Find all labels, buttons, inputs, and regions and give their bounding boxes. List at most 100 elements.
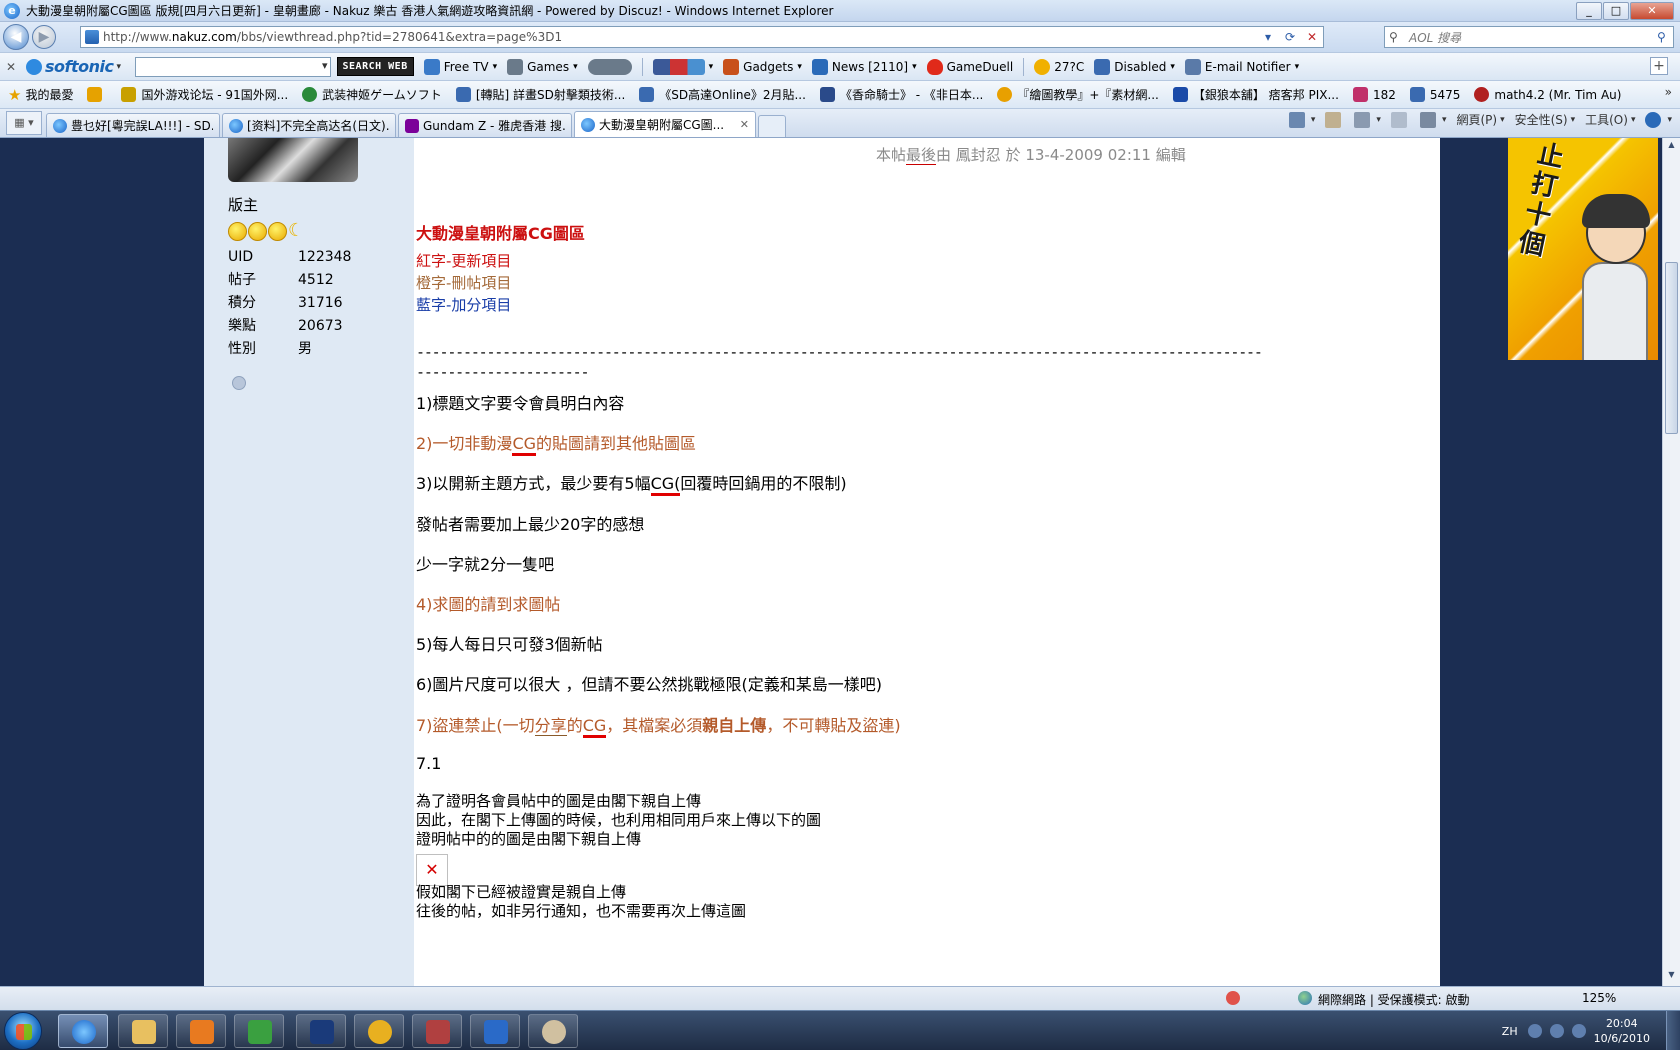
address-dropdown-icon[interactable]: ▾ xyxy=(1257,30,1279,44)
home-button[interactable]: ▾ xyxy=(1288,111,1315,128)
read-mail-button[interactable] xyxy=(1390,111,1410,128)
post-heading: 大動漫皇朝附屬CG圖區 xyxy=(416,224,585,243)
maximize-button[interactable]: □ xyxy=(1603,1,1629,20)
print-button[interactable]: ▾ xyxy=(1419,111,1446,128)
menu-safety[interactable]: 安全性(S) ▾ xyxy=(1515,111,1576,128)
scroll-up-icon[interactable]: ▲ xyxy=(1665,140,1678,154)
toolbar-item-gadgets[interactable]: Gadgets ▾ xyxy=(723,58,802,75)
rule-7: 7)盜連禁止(一切分享的CG，其檔案必須親自上傳，不可轉貼及盜連) xyxy=(416,712,901,738)
favorite-item[interactable]: 【銀狼本舖】 痞客邦 PIX... xyxy=(1172,86,1339,103)
popup-blocker-icon xyxy=(1094,58,1111,75)
help-button[interactable]: ▾ xyxy=(1645,111,1672,128)
quick-tabs-button[interactable]: ▦ ▾ xyxy=(6,111,42,135)
address-url[interactable]: http://www.nakuz.com/bbs/viewthread.php?… xyxy=(103,30,562,44)
taskbar-app-91[interactable] xyxy=(470,1014,520,1048)
search-icon[interactable]: ⚲ xyxy=(1657,30,1673,44)
forward-button[interactable]: ▶ xyxy=(32,25,56,49)
favorite-item[interactable]: 『繪圖教學』+『素材網... xyxy=(997,86,1159,103)
favorite-item[interactable]: math4.2 (Mr. Tim Au) xyxy=(1474,87,1621,102)
security-zone[interactable]: 網際網路 | 受保護模式: 啟動 xyxy=(1318,991,1470,1008)
paint-icon xyxy=(542,1020,566,1044)
rule-5: 5)每人每日只可發3個新帖 xyxy=(416,635,603,654)
tab-1[interactable]: 豊乜好[粵完誤LA!!!] - SD... xyxy=(46,113,220,137)
add-favorite-icon xyxy=(87,87,103,102)
search-provider-icon: ⚲ xyxy=(1389,30,1398,44)
zoom-level[interactable]: 125% xyxy=(1582,991,1616,1005)
social-icons[interactable]: ▾ xyxy=(652,58,713,75)
close-button[interactable]: ✕ xyxy=(1630,1,1674,20)
hand-button[interactable] xyxy=(1325,111,1344,128)
toolbar-item-news[interactable]: News [2110] ▾ xyxy=(811,58,917,75)
toolbar-add-button[interactable]: + xyxy=(1650,57,1668,75)
network-icon[interactable] xyxy=(1549,1024,1564,1038)
menu-tools[interactable]: 工具(O) ▾ xyxy=(1585,111,1635,128)
advert-image[interactable]: 止打十個 xyxy=(1508,138,1658,360)
scrollbar-thumb[interactable] xyxy=(1665,262,1678,434)
window-title: 大動漫皇朝附屬CG圖區 版規[四月六日更新] - 皇朝畫廊 - Nakuz 樂古… xyxy=(26,4,834,18)
search-web-button[interactable]: SEARCH WEB xyxy=(336,57,414,76)
taskbar-app-media[interactable] xyxy=(176,1014,226,1048)
toolbar-close-icon[interactable]: ✕ xyxy=(4,60,18,74)
clock[interactable]: 20:04 10/6/2010 xyxy=(1594,1016,1650,1046)
tab-4-active[interactable]: 大動漫皇朝附屬CG圖... ✕ xyxy=(574,111,756,137)
taskbar-app-explorer[interactable] xyxy=(118,1014,168,1048)
taskbar-app-photoshop[interactable] xyxy=(296,1014,346,1048)
vertical-scrollbar[interactable]: ▲ ▼ xyxy=(1662,138,1680,986)
media-controls[interactable] xyxy=(587,58,632,75)
tab-close-icon[interactable]: ✕ xyxy=(740,118,749,131)
favorites-overflow-icon[interactable]: » xyxy=(1665,85,1672,99)
favorites-center[interactable]: 我的最愛 xyxy=(25,86,73,103)
toolbar-item-weather[interactable]: 27?C xyxy=(1034,58,1084,75)
app-91-icon xyxy=(484,1020,508,1044)
toolbar-item-gameduell[interactable]: GameDuell xyxy=(926,58,1013,75)
tab-2[interactable]: [资料]不完全高达名(日文)... xyxy=(222,113,396,137)
favorite-item[interactable]: 182 xyxy=(1352,87,1396,102)
rule-3: 3)以開新主題方式，最少要有5幅CG(回覆時回鍋用的不限制) xyxy=(416,470,847,496)
taskbar-app-messenger[interactable] xyxy=(234,1014,284,1048)
status-icon[interactable] xyxy=(232,376,246,390)
show-desktop-button[interactable] xyxy=(1666,1011,1680,1050)
volume-icon[interactable] xyxy=(1571,1024,1586,1038)
feeds-button[interactable]: ▾ xyxy=(1354,111,1381,128)
menu-page[interactable]: 網頁(P) ▾ xyxy=(1456,111,1504,128)
site-icon xyxy=(639,87,655,102)
back-button[interactable]: ◀ xyxy=(3,24,29,50)
taskbar-app-paint[interactable] xyxy=(528,1014,578,1048)
popup-blocked-icon[interactable] xyxy=(1226,991,1240,1005)
ie-page-icon xyxy=(581,117,595,132)
favorite-item[interactable]: 武装神姬ゲームソフト xyxy=(302,86,442,103)
search-box[interactable]: ⚲ AOL 搜尋 ⚲ xyxy=(1384,26,1674,48)
favorite-item[interactable] xyxy=(87,87,107,102)
softonic-logo[interactable]: softonic ▾ xyxy=(26,57,121,76)
minimize-button[interactable]: _ xyxy=(1576,1,1602,20)
new-tab-button[interactable] xyxy=(758,115,786,137)
favorite-item[interactable]: 国外游戏论坛 - 91国外网... xyxy=(121,86,288,103)
tab-3[interactable]: Gundam Z - 雅虎香港 搜... xyxy=(398,113,572,137)
site-icon xyxy=(302,87,318,102)
start-button[interactable] xyxy=(4,1012,42,1050)
toolbar-item-free-tv[interactable]: Free TV ▾ xyxy=(423,58,497,75)
toolbar-item-games[interactable]: Games ▾ xyxy=(507,58,578,75)
favorite-item[interactable]: [轉貼] 詳畫SD射擊類技術... xyxy=(455,86,625,103)
taskbar-app-ie[interactable] xyxy=(58,1014,108,1048)
scroll-down-icon[interactable]: ▼ xyxy=(1665,970,1678,984)
toolbar-item-disabled[interactable]: Disabled ▾ xyxy=(1094,58,1175,75)
input-language[interactable]: ZH xyxy=(1502,1025,1518,1038)
refresh-icon[interactable]: ⟳ xyxy=(1279,30,1301,44)
toolbar-item-email-notifier[interactable]: E-mail Notifier ▾ xyxy=(1184,58,1299,75)
stop-icon[interactable]: ✕ xyxy=(1301,30,1323,44)
favorite-item[interactable]: 《香命騎士》 - 《非日本... xyxy=(819,86,983,103)
address-bar[interactable]: http://www.nakuz.com/bbs/viewthread.php?… xyxy=(80,26,1324,48)
favorites-star-icon[interactable]: ★ xyxy=(8,86,21,104)
sun-icon xyxy=(268,222,287,241)
toolbar-search-input[interactable] xyxy=(134,56,331,77)
avatar[interactable] xyxy=(228,138,358,182)
favorite-item[interactable]: 《SD高達Online》2月貼... xyxy=(639,86,806,103)
flame-icon xyxy=(926,58,943,75)
search-input[interactable]: AOL 搜尋 xyxy=(1409,29,1657,46)
site-icon xyxy=(997,87,1013,102)
taskbar-app-game-2[interactable] xyxy=(412,1014,462,1048)
favorite-item[interactable]: 5475 xyxy=(1409,87,1460,102)
taskbar-app-game[interactable] xyxy=(354,1014,404,1048)
help-tray-icon[interactable] xyxy=(1527,1024,1542,1038)
